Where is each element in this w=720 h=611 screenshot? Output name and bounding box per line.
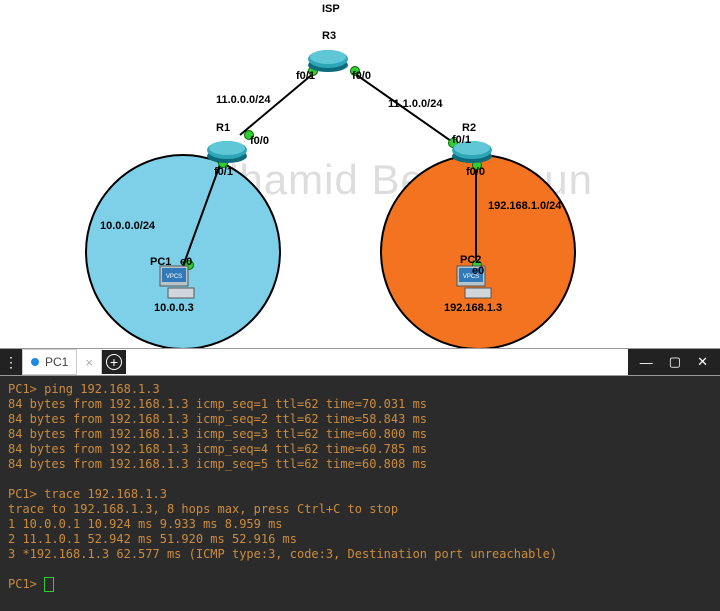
terminal-output[interactable]: PC1> ping 192.168.1.384 bytes from 192.1… xyxy=(0,376,720,598)
lan-left-circle xyxy=(85,154,281,350)
terminal-line: 84 bytes from 192.168.1.3 icmp_seq=4 ttl… xyxy=(8,442,712,457)
terminal-line: 84 bytes from 192.168.1.3 icmp_seq=3 ttl… xyxy=(8,427,712,442)
terminal-prompt: PC1> xyxy=(8,577,712,592)
close-tab-icon[interactable]: × xyxy=(77,355,101,370)
maximize-icon[interactable]: ▢ xyxy=(669,354,681,370)
r2-label: R2 xyxy=(462,122,476,134)
router-r1[interactable] xyxy=(205,136,249,164)
status-dot-icon xyxy=(31,358,39,366)
r3-label: R3 xyxy=(322,30,336,42)
terminal-line xyxy=(8,472,712,487)
topology-canvas: Abdelhamid Bensadoun VPCS VPCS ISP R3 R1… xyxy=(0,0,720,348)
drag-handle-icon[interactable]: ⋮ xyxy=(0,349,22,375)
add-tab-button[interactable]: + xyxy=(101,350,126,374)
left-lan-subnet: 10.0.0.0/24 xyxy=(100,220,155,232)
right-link-subnet: 11.1.0.0/24 xyxy=(388,98,442,110)
terminal-line: PC1> ping 192.168.1.3 xyxy=(8,382,712,397)
tab-bar: ⋮ PC1 × + — ▢ ✕ xyxy=(0,348,720,376)
terminal-line: trace to 192.168.1.3, 8 hops max, press … xyxy=(8,502,712,517)
pc1-ip: 10.0.0.3 xyxy=(154,302,194,314)
cursor-icon xyxy=(44,577,54,592)
terminal-line: 1 10.0.0.1 10.924 ms 9.933 ms 8.959 ms xyxy=(8,517,712,532)
minimize-icon[interactable]: — xyxy=(640,355,653,370)
pc2-ip: 192.168.1.3 xyxy=(444,302,502,314)
r1-up-if: f0/0 xyxy=(250,135,269,147)
router-r3[interactable] xyxy=(306,45,350,73)
r2-down-if: f0/0 xyxy=(466,166,485,178)
isp-label: ISP xyxy=(322,3,340,15)
pc1-if: e0 xyxy=(180,256,192,268)
right-lan-subnet: 192.168.1.0/24 xyxy=(488,200,561,212)
terminal-line: 3 *192.168.1.3 62.577 ms (ICMP type:3, c… xyxy=(8,547,712,562)
terminal-line: PC1> trace 192.168.1.3 xyxy=(8,487,712,502)
r2-up-if: f0/1 xyxy=(452,134,471,146)
terminal-line: 84 bytes from 192.168.1.3 icmp_seq=1 ttl… xyxy=(8,397,712,412)
r1-down-if: f0/1 xyxy=(214,166,233,178)
close-icon[interactable]: ✕ xyxy=(697,354,708,370)
pc2-if: e0 xyxy=(472,265,484,277)
r3-left-if: f0/1 xyxy=(296,70,315,82)
window-controls: — ▢ ✕ xyxy=(628,349,720,375)
terminal-line: 84 bytes from 192.168.1.3 icmp_seq=5 ttl… xyxy=(8,457,712,472)
tab-pc1[interactable]: PC1 xyxy=(22,349,77,375)
r1-label: R1 xyxy=(216,122,230,134)
terminal-line: 84 bytes from 192.168.1.3 icmp_seq=2 ttl… xyxy=(8,412,712,427)
terminal-line: 2 11.1.0.1 52.942 ms 51.920 ms 52.916 ms xyxy=(8,532,712,547)
pc1-label: PC1 xyxy=(150,256,171,268)
tab-title: PC1 xyxy=(45,355,68,369)
svg-text:VPCS: VPCS xyxy=(166,274,182,280)
terminal-window: ⋮ PC1 × + — ▢ ✕ PC1> ping 192.168.1.384 … xyxy=(0,348,720,611)
pc1-icon[interactable]: VPCS xyxy=(156,264,198,300)
terminal-line xyxy=(8,562,712,577)
r3-right-if: f0/0 xyxy=(352,70,371,82)
left-link-subnet: 11.0.0.0/24 xyxy=(216,94,270,106)
lan-right-circle xyxy=(380,154,576,350)
